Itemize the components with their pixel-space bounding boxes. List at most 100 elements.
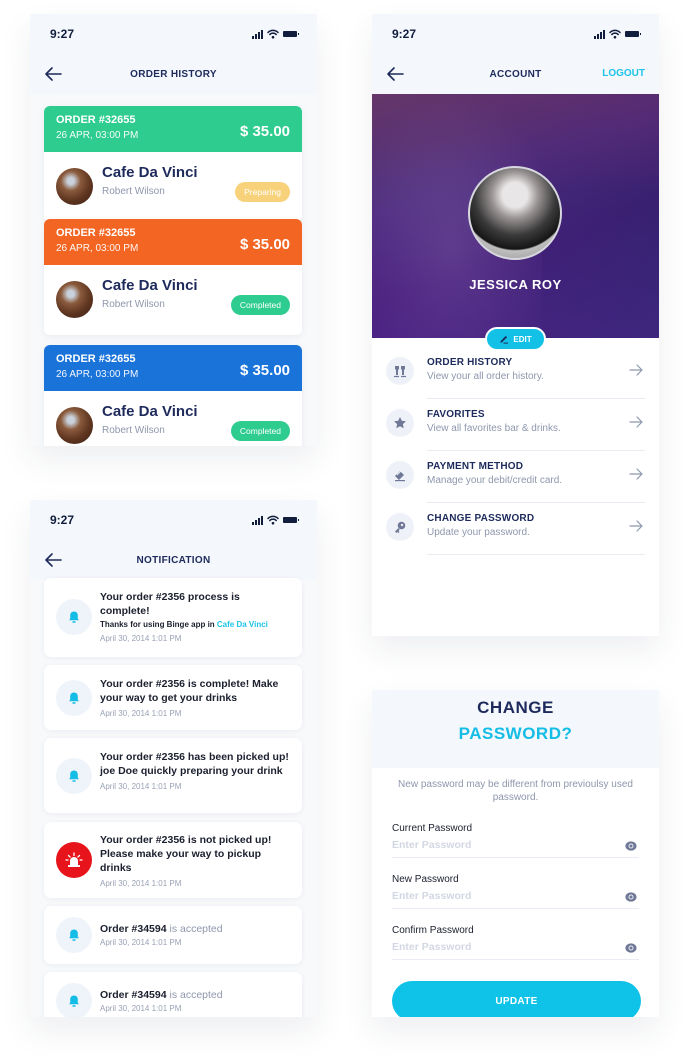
order-card[interactable]: ORDER #32655 26 APR, 03:00 PM $ 35.00 Ca… — [44, 219, 302, 335]
notification-text: Your order #2356 process is complete! — [100, 591, 240, 617]
order-header: ORDER #32655 26 APR, 03:00 PM $ 35.00 — [44, 345, 302, 391]
back-arrow-icon[interactable] — [44, 66, 62, 82]
order-body: Cafe Da Vinci Robert Wilson Preparing — [44, 152, 302, 222]
notification-date: April 30, 2014 1:01 PM — [100, 782, 182, 791]
signal-icon — [252, 29, 263, 39]
notification-date: April 30, 2014 1:01 PM — [100, 1004, 182, 1013]
notification-content: Your order #2356 is complete! Make your … — [100, 677, 292, 719]
notification-item[interactable]: Your order #2356 is complete! Make your … — [44, 665, 302, 730]
system-icons — [252, 29, 299, 39]
menu-subtitle: Manage your debit/credit card. — [427, 475, 563, 486]
notification-content: Your order #2356 is not picked up! Pleas… — [100, 833, 292, 889]
key-icon — [386, 513, 414, 541]
field-underline — [392, 908, 639, 909]
order-status-text: is accepted — [166, 989, 223, 1001]
order-status-text: is accepted — [166, 923, 223, 935]
order-card[interactable]: ORDER #32655 26 APR, 03:00 PM $ 35.00 Ca… — [44, 106, 302, 222]
menu-item-change-password[interactable]: CHANGE PASSWORD Update your password. — [386, 503, 645, 555]
notification-content: Your order #2356 has been picked up! joe… — [100, 750, 292, 792]
nav-bar: ORDER HISTORY — [30, 54, 317, 94]
cafe-link[interactable]: Cafe Da Vinci — [217, 620, 268, 629]
pencil-icon — [500, 335, 509, 344]
status-bar: 9:27 — [372, 14, 659, 54]
new-password-field: New Password — [392, 874, 639, 914]
account-screen: 9:27 ACCOUNT LOGOUT JESSICA ROY EDIT ORD… — [372, 14, 659, 636]
notification-date: April 30, 2014 1:01 PM — [100, 709, 182, 718]
notification-content: Order #34594 is accepted April 30, 2014 … — [100, 988, 292, 1014]
notification-item[interactable]: Order #34594 is accepted April 30, 2014 … — [44, 906, 302, 964]
bell-icon — [56, 599, 92, 635]
profile-hero: JESSICA ROY — [372, 94, 659, 338]
menu-title: FAVORITES — [427, 409, 485, 420]
notification-item[interactable]: Your order #2356 is not picked up! Pleas… — [44, 822, 302, 898]
current-password-input[interactable] — [392, 837, 617, 853]
notification-date: April 30, 2014 1:01 PM — [100, 938, 182, 947]
customer-name: Robert Wilson — [102, 299, 165, 310]
system-icons — [594, 29, 641, 39]
notification-content: Your order #2356 process is complete! Th… — [100, 590, 292, 644]
menu-title: PAYMENT METHOD — [427, 461, 524, 472]
signal-icon — [594, 29, 605, 39]
order-price: $ 35.00 — [239, 236, 290, 253]
update-button[interactable]: UPDATE — [392, 981, 641, 1017]
star-icon — [386, 409, 414, 437]
bell-icon — [56, 758, 92, 794]
logout-button[interactable]: LOGOUT — [602, 68, 645, 79]
bell-icon — [56, 680, 92, 716]
field-label: Current Password — [392, 823, 473, 834]
signal-icon — [252, 515, 263, 525]
nav-bar: ACCOUNT LOGOUT — [372, 54, 659, 94]
confirm-password-input[interactable] — [392, 939, 617, 955]
notification-item[interactable]: Your order #2356 has been picked up! joe… — [44, 738, 302, 813]
notification-screen: 9:27 NOTIFICATION Your order #2356 proce… — [30, 500, 317, 1017]
field-label: New Password — [392, 874, 459, 885]
change-password-screen: CHANGE PASSWORD? New password may be dif… — [372, 690, 659, 1017]
drinks-icon — [386, 357, 414, 385]
order-card[interactable]: ORDER #32655 26 APR, 03:00 PM $ 35.00 Ca… — [44, 345, 302, 446]
page-title: NOTIFICATION — [136, 554, 211, 566]
profile-avatar — [468, 166, 562, 260]
order-price: $ 35.00 — [239, 362, 290, 379]
notification-text: Your order #2356 has been picked up! joe… — [100, 751, 289, 777]
status-time: 9:27 — [50, 513, 75, 527]
notification-item[interactable]: Your order #2356 process is complete! Th… — [44, 578, 302, 657]
cafe-name: Cafe Da Vinci — [102, 277, 198, 294]
field-underline — [392, 857, 639, 858]
customer-name: Robert Wilson — [102, 186, 165, 197]
back-arrow-icon[interactable] — [44, 552, 62, 568]
battery-icon — [283, 517, 299, 523]
field-underline — [392, 959, 639, 960]
eye-icon[interactable] — [625, 892, 637, 902]
bell-icon — [56, 983, 92, 1017]
notification-text: Your order #2356 is complete! Make your … — [100, 678, 279, 704]
battery-icon — [283, 31, 299, 37]
divider — [427, 554, 645, 555]
edit-profile-button[interactable]: EDIT — [485, 327, 546, 351]
eye-icon[interactable] — [625, 943, 637, 953]
customer-name: Robert Wilson — [102, 425, 165, 436]
eye-icon[interactable] — [625, 841, 637, 851]
current-password-field: Current Password — [392, 823, 639, 863]
arrow-right-icon — [629, 520, 643, 532]
order-number: Order #34594 — [100, 923, 167, 935]
new-password-input[interactable] — [392, 888, 617, 904]
user-name: JESSICA ROY — [469, 277, 562, 292]
status-bar: 9:27 — [30, 500, 317, 540]
order-header: ORDER #32655 26 APR, 03:00 PM $ 35.00 — [44, 219, 302, 265]
menu-subtitle: Update your password. — [427, 527, 530, 538]
status-badge: Completed — [230, 421, 290, 441]
nav-bar: NOTIFICATION — [30, 540, 317, 580]
menu-item-payment-method[interactable]: PAYMENT METHOD Manage your debit/credit … — [386, 451, 645, 503]
notification-date: April 30, 2014 1:01 PM — [100, 634, 182, 643]
arrow-right-icon — [629, 364, 643, 376]
menu-item-favorites[interactable]: FAVORITES View all favorites bar & drink… — [386, 399, 645, 451]
menu-subtitle: View your all order history. — [427, 371, 544, 382]
card-icon — [386, 461, 414, 489]
menu-subtitle: View all favorites bar & drinks. — [427, 423, 561, 434]
arrow-right-icon — [629, 468, 643, 480]
back-arrow-icon[interactable] — [386, 66, 404, 82]
menu-title: ORDER HISTORY — [427, 357, 513, 368]
status-badge: Preparing — [235, 182, 290, 202]
notification-item[interactable]: Order #34594 is accepted April 30, 2014 … — [44, 972, 302, 1017]
menu-item-order-history[interactable]: ORDER HISTORY View your all order histor… — [386, 347, 645, 399]
